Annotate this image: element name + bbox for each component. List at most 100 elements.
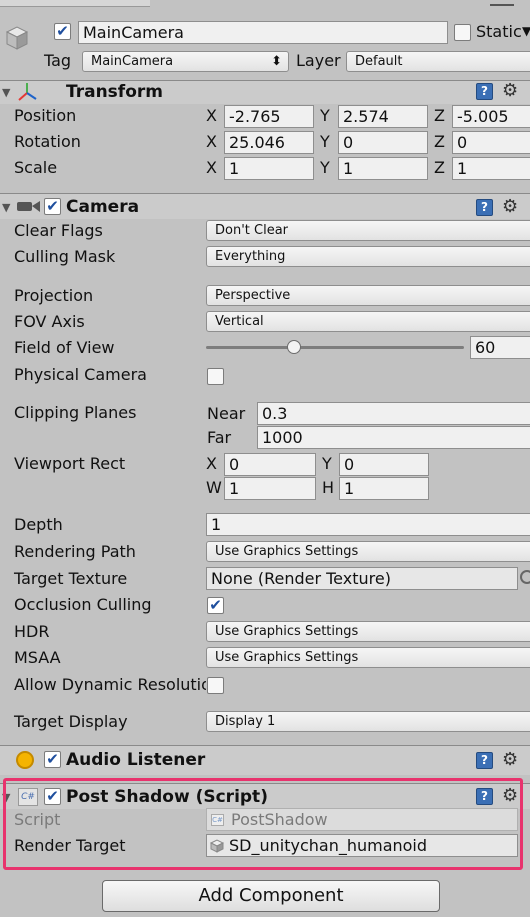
help-icon[interactable]: ? xyxy=(476,83,493,100)
transform-title: Transform xyxy=(66,82,163,102)
layer-label: Layer xyxy=(296,51,341,70)
scale-y-label[interactable]: Y xyxy=(320,158,330,177)
physical-camera-checkbox[interactable] xyxy=(207,368,224,385)
viewport-x-input[interactable]: 0 xyxy=(224,453,316,476)
audio-listener-icon xyxy=(16,751,34,769)
rotation-x-input[interactable]: 25.046 xyxy=(224,131,314,154)
scale-y-input[interactable]: 1 xyxy=(338,157,428,180)
hdr-dropdown[interactable]: Use Graphics Settings xyxy=(206,621,530,642)
depth-label: Depth xyxy=(14,515,63,534)
near-input[interactable]: 0.3 xyxy=(257,402,530,425)
post-shadow-title: Post Shadow (Script) xyxy=(66,787,268,807)
viewport-h-label[interactable]: H xyxy=(322,478,334,497)
near-label[interactable]: Near xyxy=(207,404,245,423)
scale-x-label[interactable]: X xyxy=(206,158,217,177)
target-display-dropdown[interactable]: Display 1 xyxy=(206,711,530,732)
tab-menu-icon[interactable] xyxy=(490,0,514,6)
active-checkbox[interactable]: ✔ xyxy=(54,23,71,40)
inspector-tab[interactable] xyxy=(0,0,150,7)
far-input[interactable]: 1000 xyxy=(257,426,530,449)
static-checkbox[interactable] xyxy=(454,24,471,41)
position-y-input[interactable]: 2.574 xyxy=(338,105,428,128)
position-y-label[interactable]: Y xyxy=(320,106,330,125)
scale-z-label[interactable]: Z xyxy=(434,158,445,177)
viewport-h-input[interactable]: 1 xyxy=(339,477,429,500)
help-icon[interactable]: ? xyxy=(476,752,493,769)
layer-dropdown[interactable]: Default xyxy=(346,51,530,72)
layer-value: Default xyxy=(355,54,403,69)
camera-enabled-checkbox[interactable]: ✔ xyxy=(44,198,61,215)
camera-title: Camera xyxy=(66,197,140,217)
rotation-y-input[interactable]: 0 xyxy=(338,131,428,154)
position-x-input[interactable]: -2.765 xyxy=(224,105,314,128)
position-x-label[interactable]: X xyxy=(206,106,217,125)
projection-dropdown[interactable]: Perspective xyxy=(206,285,530,306)
occlusion-culling-checkbox[interactable]: ✔ xyxy=(207,597,224,614)
viewport-w-label[interactable]: W xyxy=(206,478,222,497)
scale-x-input[interactable]: 1 xyxy=(224,157,314,180)
transform-foldout-arrow[interactable]: ▼ xyxy=(2,86,10,99)
target-texture-label: Target Texture xyxy=(14,569,128,588)
dynamic-resolution-checkbox[interactable] xyxy=(207,677,224,694)
rendering-path-label: Rendering Path xyxy=(14,542,136,561)
help-icon[interactable]: ? xyxy=(476,788,493,805)
position-z-input[interactable]: -5.005 xyxy=(452,105,530,128)
render-target-field[interactable]: SD_unitychan_humanoid xyxy=(206,834,518,857)
post-shadow-checkbox[interactable]: ✔ xyxy=(44,788,61,805)
viewport-w-input[interactable]: 1 xyxy=(224,477,316,500)
rendering-path-dropdown[interactable]: Use Graphics Settings xyxy=(206,541,530,562)
hdr-label: HDR xyxy=(14,622,50,641)
rotation-z-input[interactable]: 0 xyxy=(452,131,530,154)
object-picker-icon[interactable] xyxy=(520,570,530,584)
target-texture-field[interactable]: None (Render Texture) xyxy=(206,567,518,590)
dropdown-arrow-icon: ⬍ xyxy=(271,54,282,69)
physical-camera-label: Physical Camera xyxy=(14,365,147,384)
viewport-rect-label: Viewport Rect xyxy=(14,454,126,473)
gear-icon[interactable]: ⚙ xyxy=(502,196,518,217)
rotation-y-label[interactable]: Y xyxy=(320,132,330,151)
gear-icon[interactable]: ⚙ xyxy=(502,80,518,101)
culling-mask-label: Culling Mask xyxy=(14,247,116,266)
camera-icon xyxy=(16,198,42,214)
script-field: PostShadow xyxy=(206,808,518,831)
viewport-y-input[interactable]: 0 xyxy=(339,453,429,476)
msaa-dropdown[interactable]: Use Graphics Settings xyxy=(206,647,530,668)
camera-foldout-arrow[interactable]: ▼ xyxy=(2,201,10,214)
rotation-x-label[interactable]: X xyxy=(206,132,217,151)
gear-icon[interactable]: ⚙ xyxy=(502,785,518,806)
object-name-input[interactable]: MainCamera xyxy=(78,21,448,44)
tag-dropdown[interactable]: MainCamera ⬍ xyxy=(82,51,289,72)
fov-axis-dropdown[interactable]: Vertical xyxy=(206,311,530,332)
viewport-x-label[interactable]: X xyxy=(206,454,217,473)
gear-icon[interactable]: ⚙ xyxy=(502,749,518,770)
script-file-icon: C# xyxy=(211,814,224,826)
help-icon[interactable]: ? xyxy=(476,199,493,216)
fov-input[interactable]: 60 xyxy=(470,336,530,359)
far-label[interactable]: Far xyxy=(207,428,231,447)
target-display-label: Target Display xyxy=(14,712,128,731)
post-shadow-foldout-arrow[interactable]: ▼ xyxy=(2,791,10,804)
script-icon: C# xyxy=(18,788,38,806)
audio-listener-checkbox[interactable]: ✔ xyxy=(44,751,61,768)
depth-input[interactable]: 1 xyxy=(206,513,530,536)
rotation-z-label[interactable]: Z xyxy=(434,132,445,151)
scale-z-input[interactable]: 1 xyxy=(452,157,530,180)
clear-flags-dropdown[interactable]: Don't Clear xyxy=(206,220,530,241)
fov-slider-track[interactable] xyxy=(206,346,464,349)
script-label: Script xyxy=(14,810,61,829)
position-z-label[interactable]: Z xyxy=(434,106,445,125)
static-dropdown-arrow[interactable]: ▼ xyxy=(522,24,530,38)
static-label: Static xyxy=(476,22,522,41)
scale-label: Scale xyxy=(14,158,58,177)
clear-flags-label: Clear Flags xyxy=(14,221,103,240)
add-component-button[interactable]: Add Component xyxy=(102,880,440,912)
gameobject-icon xyxy=(4,24,30,52)
tag-value: MainCamera xyxy=(91,54,174,69)
position-label: Position xyxy=(14,106,77,125)
viewport-y-label[interactable]: Y xyxy=(322,454,332,473)
msaa-label: MSAA xyxy=(14,648,61,667)
render-target-label: Render Target xyxy=(14,836,126,855)
fov-slider-thumb[interactable] xyxy=(286,340,301,354)
occlusion-culling-label: Occlusion Culling xyxy=(14,595,152,614)
culling-mask-dropdown[interactable]: Everything xyxy=(206,246,530,267)
